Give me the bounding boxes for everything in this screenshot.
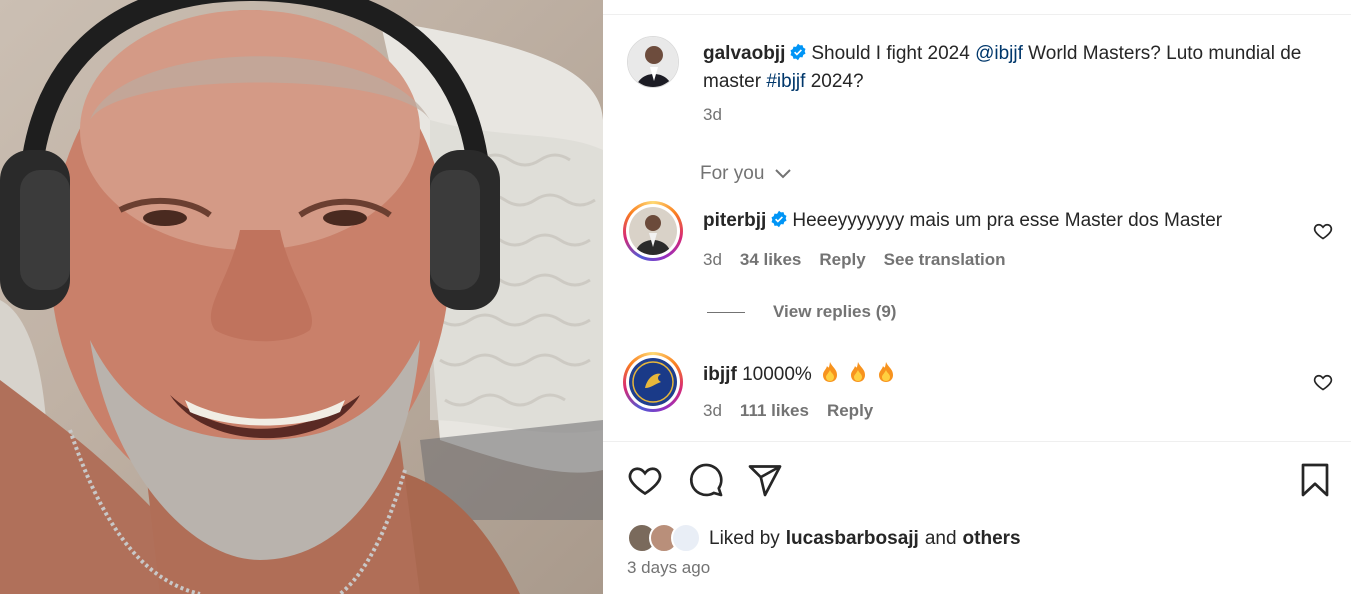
liked-by-prefix: Liked by: [709, 528, 780, 549]
commenter-avatar-image: [629, 207, 677, 255]
comment-avatar-ring[interactable]: [623, 201, 683, 261]
author-username[interactable]: galvaobjj: [703, 43, 785, 64]
commenter-avatar: [629, 358, 677, 406]
author-avatar-image: [628, 37, 678, 87]
comment-text: Heeeyyyyyyy mais um pra esse Master dos …: [792, 210, 1223, 231]
liked-by-username[interactable]: lucasbarbosajj: [786, 528, 919, 550]
comment-username[interactable]: piterbjj: [703, 210, 766, 231]
ibjjf-logo-icon: [629, 358, 677, 406]
verified-icon: [790, 43, 806, 61]
fire-icon: [822, 362, 837, 382]
post-photo-illustration: [0, 0, 603, 594]
see-translation-button[interactable]: See translation: [884, 250, 1006, 270]
fire-icon: [878, 362, 893, 382]
liker-avatar: [671, 523, 701, 553]
comment-sort-dropdown[interactable]: For you: [700, 163, 792, 185]
liked-by-connector: and: [924, 528, 957, 549]
liked-by-others[interactable]: others: [963, 528, 1021, 550]
reply-button[interactable]: Reply: [827, 401, 873, 421]
divider: [603, 14, 1351, 15]
comments-panel: galvaobjj Should I fight 2024 @ibjjf Worl…: [603, 0, 1351, 594]
comment-1: piterbjj Heeeyyyyyyy mais um pra esse Mas…: [703, 210, 1222, 232]
divider: [603, 441, 1351, 442]
verified-icon: [771, 210, 787, 228]
caption-time[interactable]: 3d: [703, 105, 722, 125]
comment-1-meta: 3d 34 likes Reply See translation: [703, 250, 1006, 270]
comment-username[interactable]: ibjjf: [703, 364, 737, 385]
comment-sort-label: For you: [700, 163, 765, 184]
liked-by: Liked by lucasbarbosajj and others: [627, 523, 1027, 555]
comment-text: 10000%: [742, 364, 812, 385]
like-heart-icon[interactable]: [627, 462, 663, 498]
caption-text-1: Should I fight 2024: [811, 43, 976, 64]
post-caption: galvaobjj Should I fight 2024 @ibjjf Worl…: [703, 40, 1303, 96]
liked-by-avatars[interactable]: [627, 523, 705, 555]
chevron-down-icon: [774, 169, 791, 179]
caption-mention-link[interactable]: @ibjjf: [975, 43, 1023, 64]
comment-2: ibjjf 10000%: [703, 361, 896, 386]
comment-2-meta: 3d 111 likes Reply: [703, 401, 873, 421]
comment-avatar-ring[interactable]: [623, 352, 683, 412]
view-replies-label: View replies (9): [773, 302, 897, 321]
bookmark-icon[interactable]: [1297, 462, 1333, 498]
fire-icon: [850, 362, 865, 382]
comment-likes[interactable]: 111 likes: [740, 401, 809, 421]
post-date[interactable]: 3 days ago: [627, 558, 710, 578]
comment-likes[interactable]: 34 likes: [740, 250, 801, 270]
comment-time[interactable]: 3d: [703, 250, 722, 270]
share-icon[interactable]: [747, 462, 783, 498]
post-image[interactable]: [0, 0, 603, 594]
view-replies-button[interactable]: View replies (9): [707, 302, 896, 322]
comment-like-heart-icon[interactable]: [1313, 372, 1333, 392]
caption-hashtag-link[interactable]: #ibjjf: [766, 71, 805, 92]
comment-like-heart-icon[interactable]: [1313, 221, 1333, 241]
author-avatar[interactable]: [627, 36, 679, 88]
view-replies-line: [707, 311, 745, 313]
commenter-avatar: [629, 207, 677, 255]
comment-time[interactable]: 3d: [703, 401, 722, 421]
caption-text-3: 2024?: [805, 71, 864, 92]
comment-icon[interactable]: [688, 462, 724, 498]
reply-button[interactable]: Reply: [819, 250, 865, 270]
